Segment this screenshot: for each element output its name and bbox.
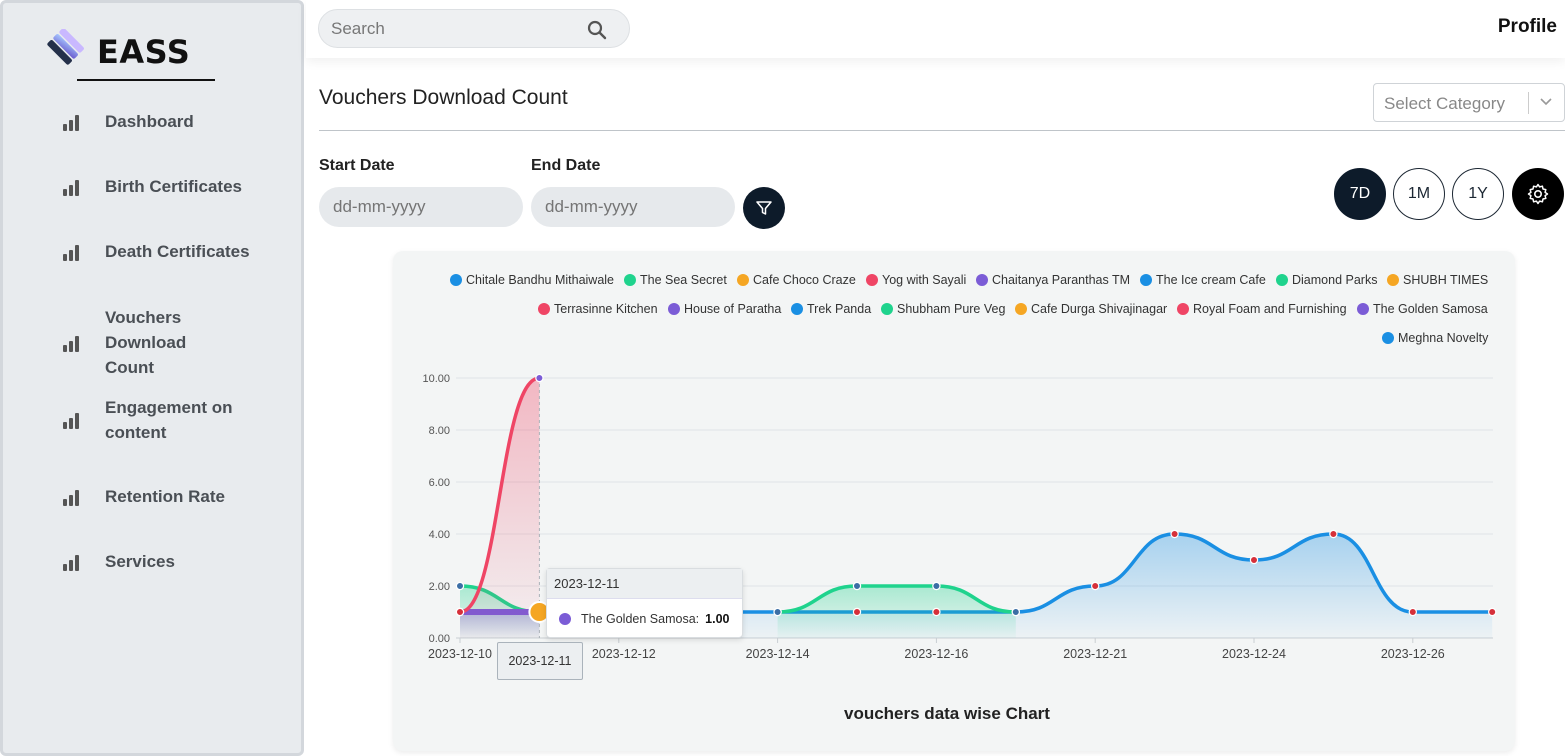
data-point — [1011, 607, 1021, 617]
x-tick-label: 2023-12-12 — [592, 647, 656, 661]
y-tick-label: 4.00 — [429, 529, 450, 541]
data-point — [1487, 607, 1497, 617]
x-tick-label: 2023-12-21 — [1063, 647, 1127, 661]
data-point — [1170, 529, 1179, 539]
y-tick-label: 0.00 — [429, 633, 450, 645]
x-tick-label: 2023-12-14 — [746, 647, 810, 661]
data-point — [932, 581, 941, 591]
y-tick-label: 10.00 — [422, 373, 450, 385]
chart-title: vouchers data wise Chart — [844, 704, 1050, 723]
y-tick-label: 6.00 — [429, 477, 450, 489]
data-point — [932, 607, 941, 617]
data-point — [852, 607, 862, 617]
data-point — [535, 373, 544, 383]
data-point — [852, 581, 862, 591]
x-tick-label: 2023-12-24 — [1222, 647, 1286, 661]
x-axis-tooltip: 2023-12-11 — [497, 642, 583, 680]
tooltip-row: The Golden Samosa: 1.00 — [547, 599, 742, 639]
data-point — [1408, 607, 1418, 617]
data-point — [455, 581, 465, 591]
y-tick-label: 2.00 — [429, 581, 450, 593]
vouchers-chart: 0.00 2.00 4.00 6.00 8.00 10.00 2023-12-10 2023-… — [422, 373, 1497, 661]
y-tick-label: 8.00 — [429, 425, 450, 437]
data-point — [455, 607, 465, 617]
x-tick-label: 2023-12-26 — [1381, 647, 1445, 661]
tooltip-series-name: The Golden Samosa — [581, 612, 696, 626]
chart-tooltip: 2023-12-11 The Golden Samosa: 1.00 — [546, 568, 743, 638]
tooltip-value: 1.00 — [705, 612, 730, 626]
tooltip-date: 2023-12-11 — [547, 569, 742, 599]
series-area — [777, 586, 1016, 638]
data-point — [1090, 581, 1100, 591]
data-point — [1249, 555, 1259, 565]
tooltip-series-dot — [559, 613, 571, 625]
data-point — [1329, 529, 1338, 539]
x-tick-label: 2023-12-16 — [904, 647, 968, 661]
x-tick-label: 2023-12-10 — [428, 647, 492, 661]
data-point — [773, 607, 782, 617]
